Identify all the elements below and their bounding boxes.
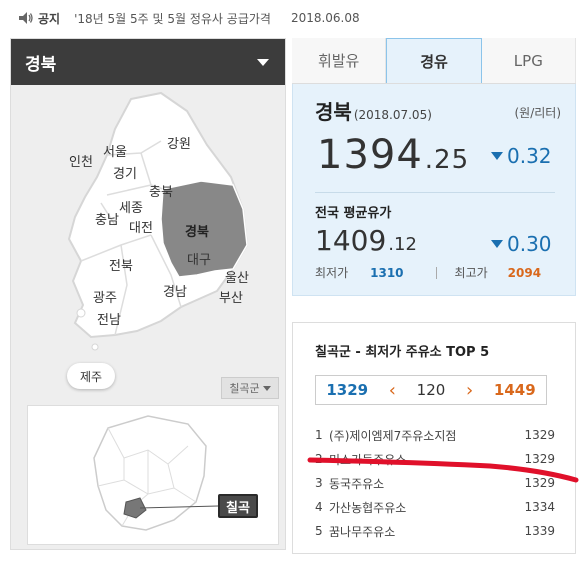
chevron-down-icon <box>257 58 269 66</box>
fuel-tabs: 휘발유 경유 LPG <box>292 38 576 84</box>
map-label-gwangju[interactable]: 광주 <box>93 287 117 306</box>
national-price: 1409.12 <box>315 224 417 257</box>
station-name[interactable]: 꿈나무주유소 <box>329 523 515 540</box>
map-label-chungnam[interactable]: 충남 <box>95 209 119 228</box>
region-price-date: (2018.07.05) <box>353 108 432 122</box>
tab-lpg[interactable]: LPG <box>482 38 576 83</box>
region-price-heading: 경북 (2018.07.05) <box>315 96 432 125</box>
max-value: 2094 <box>507 265 542 280</box>
divider <box>315 192 555 193</box>
district-map-svg <box>93 415 219 531</box>
station-name[interactable]: 가산농협주유소 <box>329 499 515 516</box>
station-rank: 5 <box>315 524 323 538</box>
notice-bar[interactable]: 공지 '18년 5월 5주 및 5월 정유사 공급가격 2018.06.08 <box>0 0 580 36</box>
map-label-gyeonggi[interactable]: 경기 <box>113 163 137 182</box>
station-price: 1334 <box>524 500 555 514</box>
chevron-right-icon[interactable]: › <box>466 380 473 401</box>
top5-panel: 칠곡군 - 최저가 주유소 TOP 5 1329 ‹ 120 › 1449 1 … <box>292 322 576 554</box>
tab-gasoline[interactable]: 휘발유 <box>292 38 387 83</box>
price-range: 1329 ‹ 120 › 1449 <box>315 375 547 405</box>
district-map: 칠곡 <box>27 405 279 545</box>
map-island <box>91 343 99 351</box>
map-island <box>76 308 86 318</box>
tab-diesel[interactable]: 경유 <box>386 38 482 83</box>
district-dropdown-label: 칠곡군 <box>229 382 260 395</box>
map-label-jeonnam[interactable]: 전남 <box>97 309 121 328</box>
station-price: 1329 <box>524 428 555 442</box>
notice-link[interactable]: '18년 5월 5주 및 5월 정유사 공급가격 <box>74 10 271 27</box>
map-label-sejong[interactable]: 세종 <box>119 197 143 216</box>
map-label-daegu[interactable]: 대구 <box>187 249 211 268</box>
region-price-change-value: 0.32 <box>507 144 552 168</box>
map-label-jeonbuk[interactable]: 전북 <box>109 255 133 274</box>
map-label-busan[interactable]: 부산 <box>219 287 243 306</box>
national-price-change-value: 0.30 <box>507 232 552 256</box>
range-low: 1329 <box>326 381 369 399</box>
region-dropdown[interactable]: 경북 <box>11 39 285 85</box>
station-rank: 4 <box>315 500 323 514</box>
national-price-dec: .12 <box>388 234 417 255</box>
map-label-ulsan[interactable]: 울산 <box>225 267 249 286</box>
map-panel: 경북 인천 서울 경기 강원 충북 세종 충남 대전 경북 대구 전북 울산 부… <box>10 38 286 550</box>
map-label-chungbuk[interactable]: 충북 <box>149 181 173 200</box>
region-dropdown-label: 경북 <box>25 54 57 75</box>
map-label-incheon[interactable]: 인천 <box>69 151 93 170</box>
chevron-left-icon[interactable]: ‹ <box>389 380 396 401</box>
station-rank: 1 <box>315 428 323 442</box>
min-label: 최저가 <box>315 266 349 280</box>
max-label: 최고가 <box>454 266 488 280</box>
national-price-change: 0.30 <box>491 232 552 256</box>
region-price-dec: .25 <box>424 145 470 175</box>
red-marker-line <box>307 457 579 483</box>
chevron-down-icon <box>262 385 271 391</box>
national-price-title: 전국 평균유가 <box>315 206 392 221</box>
map-label-daejeon[interactable]: 대전 <box>129 217 153 236</box>
korea-map: 인천 서울 경기 강원 충북 세종 충남 대전 경북 대구 전북 울산 부산 광… <box>11 85 287 395</box>
speaker-icon <box>19 12 33 24</box>
range-mid: 120 <box>416 381 446 399</box>
price-unit: (원/리터) <box>514 106 561 120</box>
map-label-seoul[interactable]: 서울 <box>103 141 127 160</box>
divider <box>435 266 437 279</box>
map-label-gyeongbuk[interactable]: 경북 <box>185 221 209 240</box>
station-name[interactable]: (주)제이엠제7주유소지점 <box>329 427 515 444</box>
region-price: 1394.25 <box>317 132 469 178</box>
district-dropdown[interactable]: 칠곡군 <box>221 377 279 399</box>
range-high: 1449 <box>493 381 536 399</box>
district-tag: 칠곡 <box>218 494 258 518</box>
arrow-down-icon <box>491 240 503 248</box>
list-item[interactable]: 5 꿈나무주유소 1339 <box>315 519 555 543</box>
jeju-button[interactable]: 제주 <box>67 363 115 389</box>
list-item[interactable]: 4 가산농협주유소 1334 <box>315 495 555 519</box>
min-value: 1310 <box>370 265 404 280</box>
region-price-int: 1394 <box>317 132 423 178</box>
map-label-gyeongnam[interactable]: 경남 <box>163 281 187 300</box>
min-max-row: 최저가 1310 최고가 2094 <box>315 264 555 281</box>
notice-tag: 공지 <box>38 11 61 26</box>
region-price-box: 경북 (2018.07.05) (원/리터) 1394.25 0.32 전국 평균… <box>292 84 576 296</box>
top5-title: 칠곡군 - 최저가 주유소 TOP 5 <box>315 345 490 360</box>
national-price-int: 1409 <box>315 224 387 257</box>
station-price: 1339 <box>524 524 555 538</box>
list-item[interactable]: 1 (주)제이엠제7주유소지점 1329 <box>315 423 555 447</box>
arrow-down-icon <box>491 152 503 160</box>
region-name: 경북 <box>315 100 352 124</box>
korea-map-svg <box>67 91 249 351</box>
notice-date: 2018.06.08 <box>290 11 360 25</box>
map-label-gangwon[interactable]: 강원 <box>167 133 191 152</box>
region-price-change: 0.32 <box>491 144 552 168</box>
